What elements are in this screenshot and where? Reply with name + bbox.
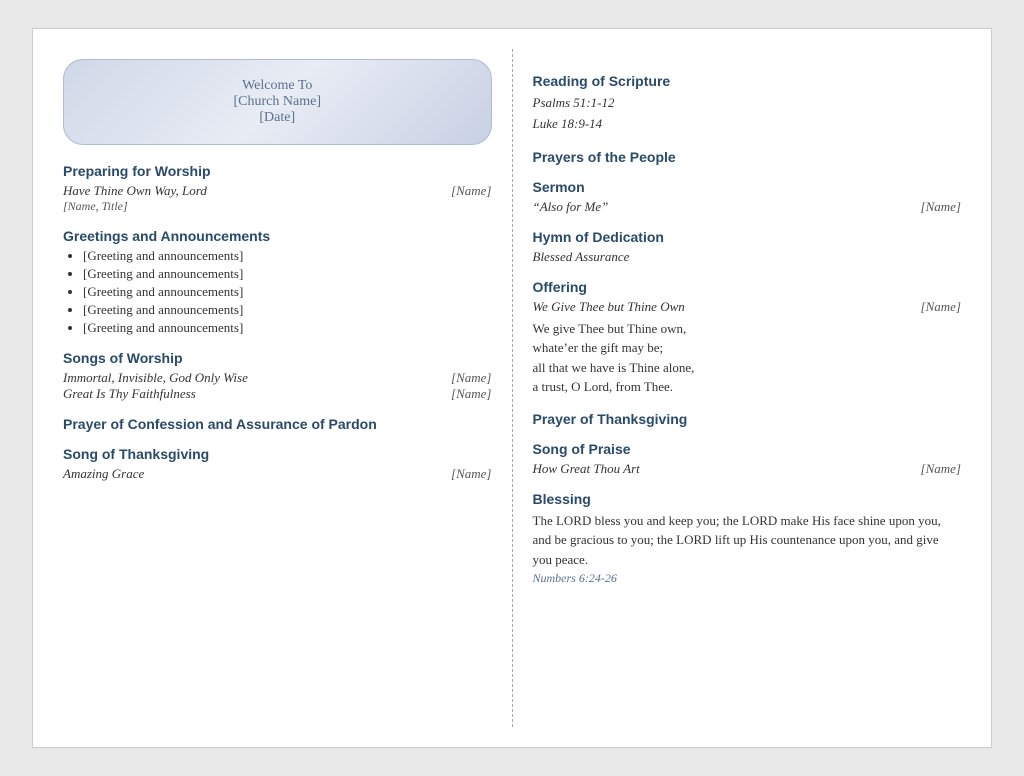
scripture-psalms: Psalms 51:1-12 — [533, 93, 962, 114]
hymn-blessed-assurance: Blessed Assurance — [533, 249, 962, 265]
offering-name: [Name] — [921, 299, 961, 315]
section-prayers-people: Prayers of the People — [533, 149, 962, 165]
section-songs: Songs of Worship — [63, 350, 492, 366]
offering-song-title: We Give Thee but Thine Own — [533, 299, 685, 315]
blessing-citation: Numbers 6:24-26 — [533, 571, 962, 586]
section-song-praise: Song of Praise — [533, 441, 962, 457]
song-how-great-name: [Name] — [921, 461, 961, 477]
sermon-name: [Name] — [921, 199, 961, 215]
list-item: [Greeting and announcements] — [83, 248, 492, 264]
welcome-box: Welcome To [Church Name] [Date] — [63, 59, 492, 145]
song-have-thine: Have Thine Own Way, Lord [Name] — [63, 183, 492, 199]
section-preparing: Preparing for Worship — [63, 163, 492, 179]
sermon-also-for-me: “Also for Me” [Name] — [533, 199, 962, 215]
announcements-list: [Greeting and announcements] [Greeting a… — [63, 248, 492, 336]
church-name: [Church Name] — [84, 94, 471, 110]
song-title: Great Is Thy Faithfulness — [63, 386, 196, 402]
name-title-subtitle: [Name, Title] — [63, 199, 492, 214]
section-offering: Offering — [533, 279, 962, 295]
blessing-text: The LORD bless you and keep you; the LOR… — [533, 511, 962, 570]
song-how-great-title: How Great Thou Art — [533, 461, 640, 477]
section-hymn-dedication: Hymn of Dedication — [533, 229, 962, 245]
song-title: Amazing Grace — [63, 466, 144, 482]
song-title: Immortal, Invisible, God Only Wise — [63, 370, 248, 386]
song-name: [Name] — [451, 466, 491, 482]
section-sermon: Sermon — [533, 179, 962, 195]
date-line: [Date] — [84, 110, 471, 126]
hymn-title: Blessed Assurance — [533, 249, 630, 265]
section-confession: Prayer of Confession and Assurance of Pa… — [63, 416, 492, 432]
left-column: Welcome To [Church Name] [Date] Preparin… — [53, 49, 513, 727]
welcome-line1: Welcome To — [84, 78, 471, 94]
list-item: [Greeting and announcements] — [83, 320, 492, 336]
section-greetings: Greetings and Announcements — [63, 228, 492, 244]
song-great-is: Great Is Thy Faithfulness [Name] — [63, 386, 492, 402]
section-prayer-thanksgiving: Prayer of Thanksgiving — [533, 411, 962, 427]
song-how-great: How Great Thou Art [Name] — [533, 461, 962, 477]
song-name: [Name] — [451, 183, 491, 199]
section-blessing: Blessing — [533, 491, 962, 507]
list-item: [Greeting and announcements] — [83, 302, 492, 318]
sermon-title: “Also for Me” — [533, 199, 609, 215]
song-title: Have Thine Own Way, Lord — [63, 183, 207, 199]
song-amazing-grace: Amazing Grace [Name] — [63, 466, 492, 482]
offering-text: We give Thee but Thine own, whate’er the… — [533, 319, 962, 397]
list-item: [Greeting and announcements] — [83, 284, 492, 300]
bulletin-page: Welcome To [Church Name] [Date] Preparin… — [32, 28, 992, 748]
scripture-luke: Luke 18:9-14 — [533, 114, 962, 135]
offering-song: We Give Thee but Thine Own [Name] — [533, 299, 962, 315]
song-name: [Name] — [451, 386, 491, 402]
section-scripture: Reading of Scripture — [533, 73, 962, 89]
section-song-thanksgiving: Song of Thanksgiving — [63, 446, 492, 462]
right-column: Reading of Scripture Psalms 51:1-12 Luke… — [513, 49, 972, 727]
list-item: [Greeting and announcements] — [83, 266, 492, 282]
song-name: [Name] — [451, 370, 491, 386]
song-immortal: Immortal, Invisible, God Only Wise [Name… — [63, 370, 492, 386]
